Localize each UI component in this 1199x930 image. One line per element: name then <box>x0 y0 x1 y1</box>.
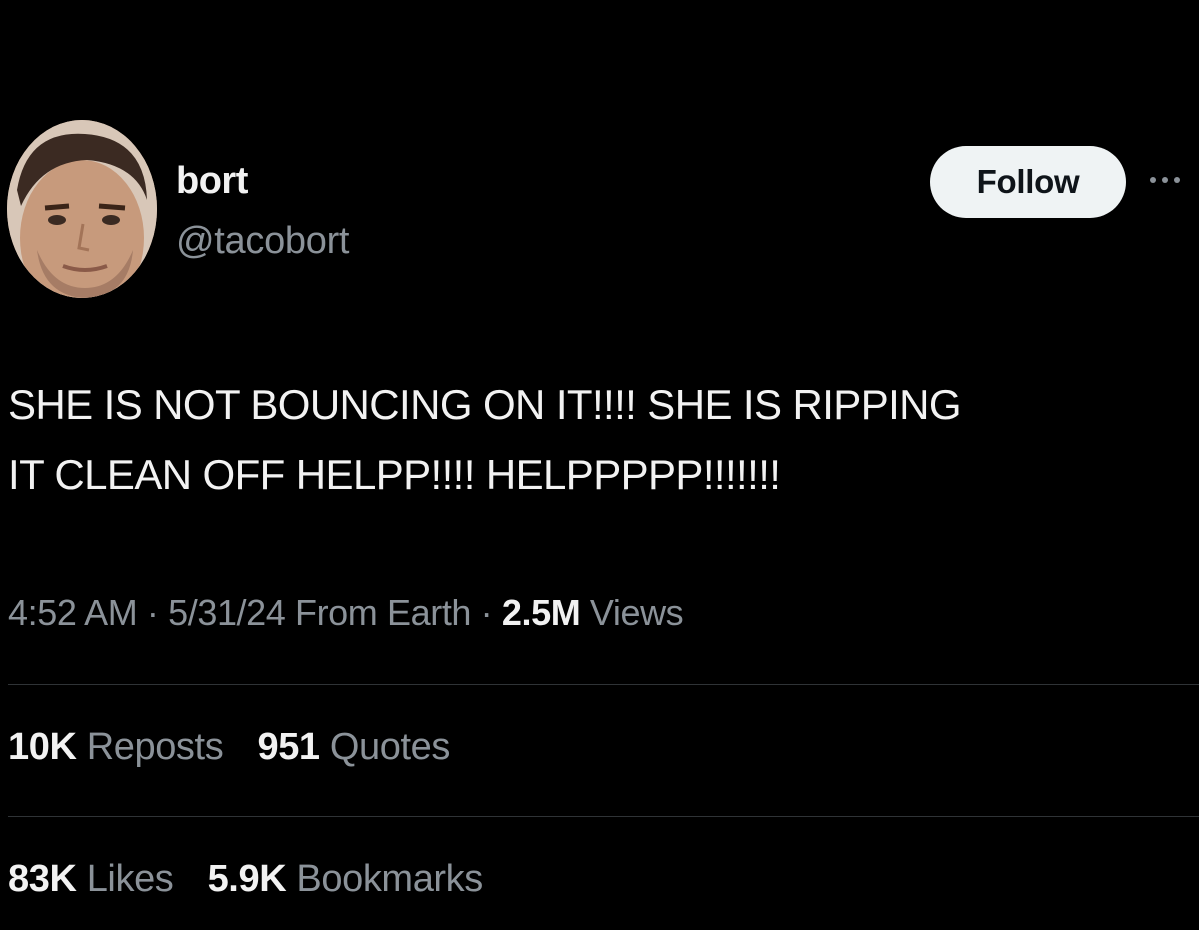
quotes-count: 951 <box>257 726 320 768</box>
meta-separator: · <box>137 592 169 633</box>
meta-separator: · <box>471 592 502 633</box>
views-label: Views <box>580 592 684 633</box>
dot <box>1150 177 1156 183</box>
engagement-row-reposts: 10K Reposts 951 Quotes <box>8 726 474 769</box>
profile-photo-icon <box>7 120 157 298</box>
divider <box>8 684 1199 685</box>
username-handle[interactable]: @tacobort <box>176 220 349 263</box>
engagement-row-likes: 83K Likes 5.9K Bookmarks <box>8 858 507 901</box>
views-count: 2.5M <box>501 592 581 633</box>
dot <box>1162 177 1168 183</box>
follow-button[interactable]: Follow <box>930 146 1126 218</box>
tweet-date[interactable]: 5/31/24 <box>168 592 286 633</box>
likes-label: Likes <box>86 858 174 900</box>
quotes-stat[interactable]: 951 Quotes <box>257 726 450 768</box>
avatar[interactable] <box>7 120 157 298</box>
tweet-meta: 4:52 AM · 5/31/24 From Earth · 2.5M View… <box>8 592 684 634</box>
tweet-source: From Earth <box>285 592 472 633</box>
reposts-stat[interactable]: 10K Reposts <box>8 726 224 768</box>
reposts-label: Reposts <box>86 726 224 768</box>
tweet-card: bort @tacobort Follow SHE IS NOT BOUNCIN… <box>0 0 1199 930</box>
display-name[interactable]: bort <box>176 160 248 203</box>
more-horizontal-icon[interactable] <box>1150 170 1199 190</box>
likes-count: 83K <box>8 858 77 900</box>
bookmarks-label: Bookmarks <box>296 858 483 900</box>
divider <box>8 816 1199 817</box>
likes-stat[interactable]: 83K Likes <box>8 858 174 900</box>
bookmarks-stat[interactable]: 5.9K Bookmarks <box>207 858 484 900</box>
dot <box>1174 177 1180 183</box>
quotes-label: Quotes <box>329 726 451 768</box>
bookmarks-count: 5.9K <box>207 858 287 900</box>
tweet-time[interactable]: 4:52 AM <box>8 592 138 633</box>
reposts-count: 10K <box>8 726 77 768</box>
tweet-text: SHE IS NOT BOUNCING ON IT!!!! SHE IS RIP… <box>8 381 962 498</box>
